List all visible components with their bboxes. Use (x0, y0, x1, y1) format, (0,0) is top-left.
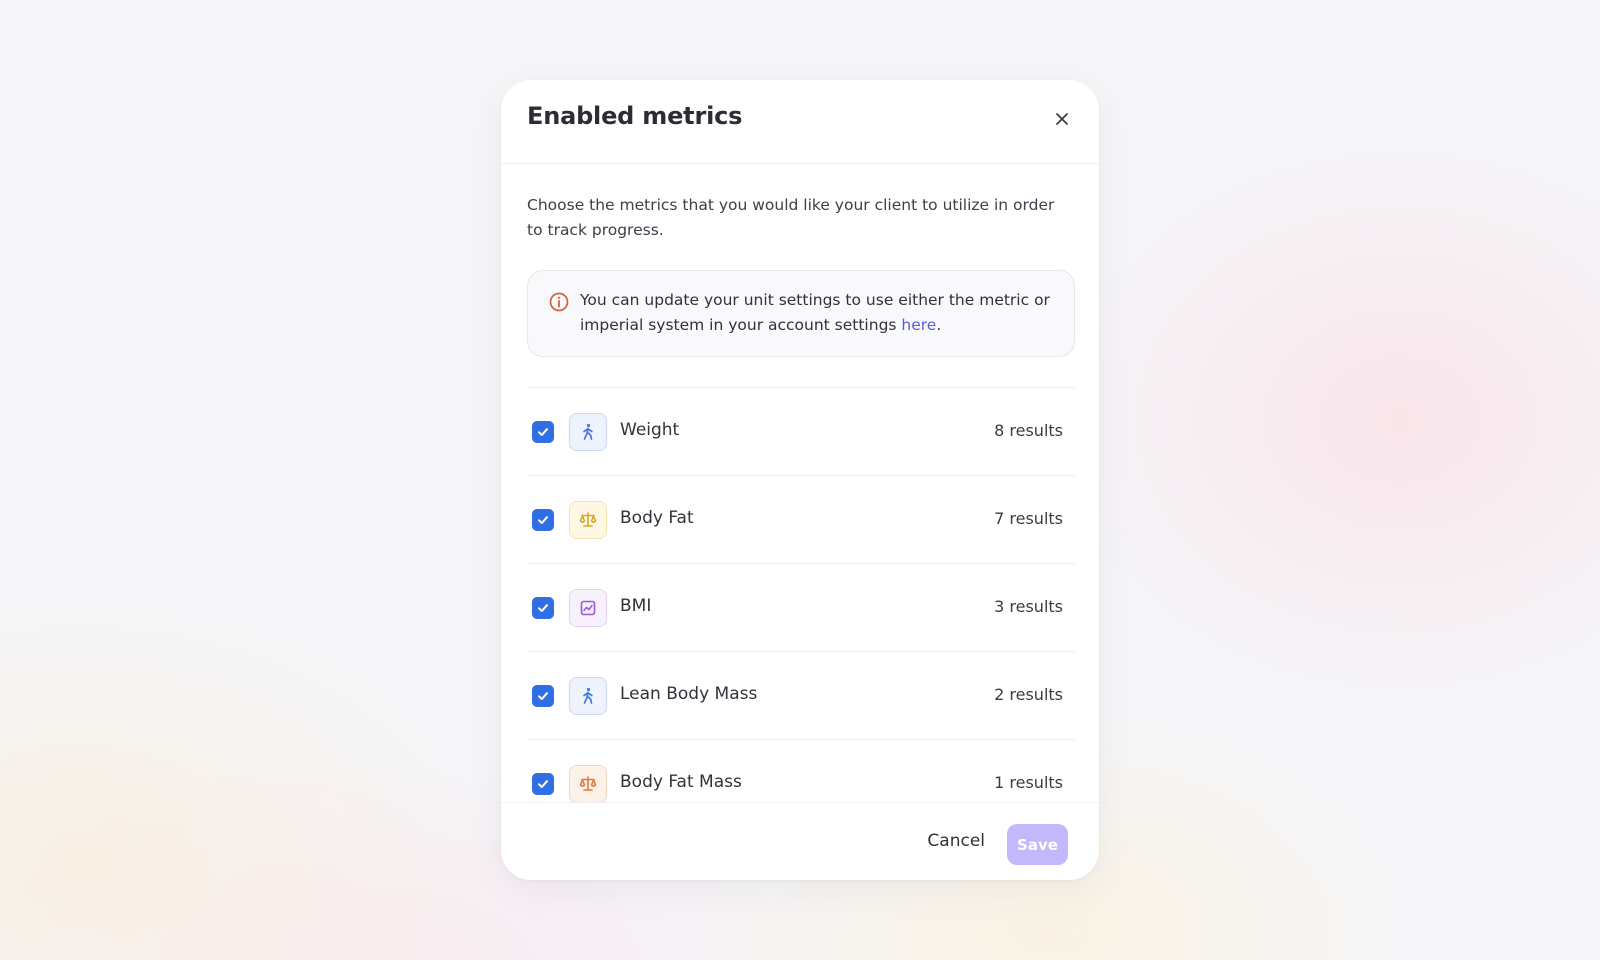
metric-count: 8 results (994, 421, 1063, 440)
metric-checkbox-lean-body-mass[interactable] (532, 685, 554, 707)
metric-row-bmi[interactable]: BMI 3 results (527, 563, 1075, 651)
close-button[interactable] (1047, 104, 1077, 134)
metric-count: 7 results (994, 509, 1063, 528)
metric-count: 3 results (994, 597, 1063, 616)
metric-checkbox-weight[interactable] (532, 421, 554, 443)
checkmark-icon (538, 780, 548, 788)
walking-person-icon (569, 677, 607, 715)
info-text: You can update your unit settings to use… (580, 288, 1050, 338)
metric-name: Body Fat (620, 508, 694, 528)
checkmark-icon (538, 604, 548, 612)
walking-person-icon (569, 413, 607, 451)
modal-title: Enabled metrics (527, 102, 743, 130)
metric-row-body-fat[interactable]: Body Fat 7 results (527, 475, 1075, 563)
account-settings-link[interactable]: here (901, 316, 936, 334)
modal-header: Enabled metrics (501, 80, 1099, 164)
metric-name: Lean Body Mass (620, 684, 758, 704)
metric-count: 2 results (994, 685, 1063, 704)
metric-checkbox-bmi[interactable] (532, 597, 554, 619)
metric-row-weight[interactable]: Weight 8 results (527, 387, 1075, 475)
checkmark-icon (538, 428, 548, 436)
info-banner: You can update your unit settings to use… (527, 270, 1075, 357)
modal-footer: Cancel Save (501, 802, 1099, 880)
metric-name: BMI (620, 596, 652, 616)
checkmark-icon (538, 516, 548, 524)
info-text-main: You can update your unit settings to use… (580, 291, 1050, 334)
modal-description: Choose the metrics that you would like y… (527, 196, 1055, 239)
chart-icon (569, 589, 607, 627)
metric-count: 1 results (994, 773, 1063, 792)
metric-name: Weight (620, 420, 680, 440)
scale-balance-icon (569, 765, 607, 803)
close-icon (1056, 113, 1068, 125)
info-text-end: . (936, 316, 942, 334)
scale-balance-icon (569, 501, 607, 539)
metric-checkbox-body-fat-mass[interactable] (532, 773, 554, 795)
metric-name: Body Fat Mass (620, 772, 742, 792)
checkmark-icon (538, 692, 548, 700)
enabled-metrics-modal: Enabled metrics Choose the metrics that … (501, 80, 1099, 880)
save-button[interactable]: Save (1007, 824, 1068, 865)
cancel-button[interactable]: Cancel (927, 831, 985, 851)
metric-row-lean-body-mass[interactable]: Lean Body Mass 2 results (527, 651, 1075, 739)
info-icon (549, 292, 569, 312)
metric-checkbox-body-fat[interactable] (532, 509, 554, 531)
